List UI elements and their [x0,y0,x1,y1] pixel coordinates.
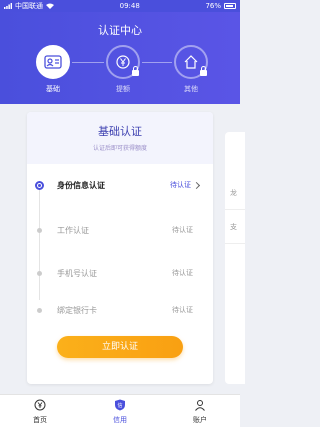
user-icon [194,399,206,411]
tab-label: 信用 [113,416,127,424]
status-bar: 中国联通 09:48 76% [0,0,240,12]
yen-circle-icon [116,55,130,69]
id-card-icon [44,55,62,69]
step-basic[interactable] [36,45,70,79]
step-label-limit: 提额 [116,85,130,93]
item-status: 待认证 [172,269,193,277]
step-label-other: 其他 [184,85,198,93]
item-status: 待认证 [172,306,193,314]
shield-credit-icon: 信 [114,399,126,411]
signal-icon [4,3,12,9]
battery-percent: 76% [205,2,221,10]
active-dot-icon [35,180,44,190]
header: 认证中心 基础 提额 其他 [0,12,240,104]
item-name: 身份信息认证 [57,180,105,190]
page-title: 认证中心 [98,24,142,37]
list-item-phone[interactable]: 手机号认证 待认证 [27,263,213,283]
tab-bar: 首页 信 信用 账户 [0,394,240,427]
verify-now-button[interactable]: 立即认证 [57,336,183,358]
item-name: 绑定银行卡 [57,305,97,315]
tab-credit[interactable]: 信 信用 [80,395,160,427]
card-header: 基础认证 认证后即可获得额度 [27,112,213,164]
lock-icon [132,66,139,76]
dot-icon [37,270,42,276]
lock-icon [200,66,207,76]
step-label-basic: 基础 [46,85,60,93]
house-icon [184,55,198,69]
list-item-bank[interactable]: 绑定银行卡 待认证 [27,300,213,320]
basic-auth-card: 基础认证 认证后即可获得额度 身份信息认证 待认证 工作认证 待认证 手机号认证… [27,112,213,384]
carrier-text: 中国联通 [15,2,43,10]
item-name: 手机号认证 [57,268,97,278]
divider [225,243,245,244]
card-subtitle: 认证后即可获得额度 [92,145,147,152]
divider [225,209,245,210]
svg-text:信: 信 [117,402,122,409]
tab-home[interactable]: 首页 [0,395,80,427]
tab-account[interactable]: 账户 [160,395,240,427]
card-title: 基础认证 [98,125,142,138]
step-connector [142,62,172,63]
status-time: 09:48 [119,2,140,10]
dot-icon [37,227,42,233]
step-connector [72,62,104,63]
chevron-right-icon [192,181,201,189]
side-card-text: 龙 [230,189,237,197]
list-item-identity[interactable]: 身份信息认证 待认证 [27,175,213,195]
item-status: 待认证 [170,181,191,189]
item-status: 待认证 [172,226,193,234]
tab-label: 账户 [193,416,207,424]
list-item-work[interactable]: 工作认证 待认证 [27,220,213,240]
battery-icon [224,3,236,9]
tab-label: 首页 [33,416,47,424]
yen-icon [34,399,46,411]
side-card-text: 支 [230,223,237,231]
next-card-peek[interactable]: 龙 支 [225,132,245,384]
item-name: 工作认证 [57,225,89,235]
wifi-icon [46,3,54,9]
dot-icon [37,307,42,313]
